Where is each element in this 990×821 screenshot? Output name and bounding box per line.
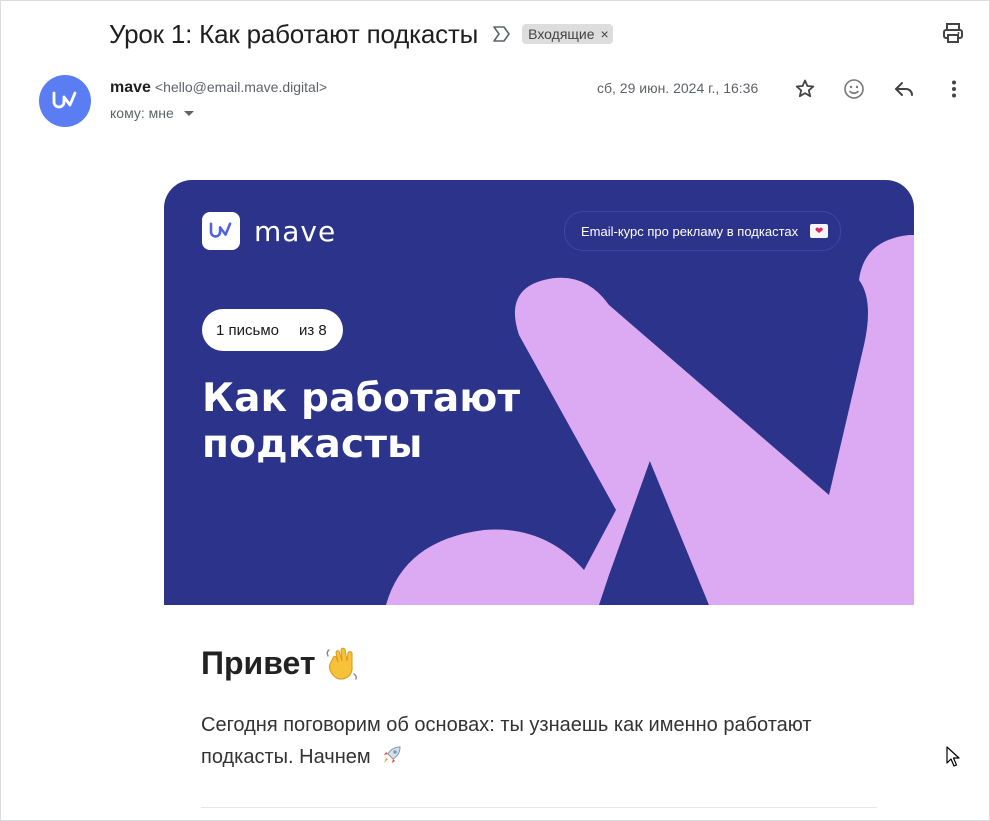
email-date: сб, 29 июн. 2024 г., 16:36 [597, 80, 759, 96]
heart-icon: ❤ [810, 224, 829, 238]
email-subject: Урок 1: Как работают подкасты [109, 18, 479, 49]
reply-icon[interactable] [892, 77, 916, 101]
recipient-text: кому: мне [110, 105, 174, 121]
chevron-down-icon[interactable] [183, 110, 194, 116]
intro-paragraph: Сегодня поговорим об основах: ты узнаешь… [201, 709, 881, 773]
label-chip-text: Входящие [528, 26, 595, 42]
course-badge: Email-курс про рекламу в подкастах ❤ [564, 211, 842, 251]
intro-text: Сегодня поговорим об основах: ты узнаешь… [201, 714, 812, 768]
importance-marker-icon[interactable] [492, 23, 514, 45]
star-icon[interactable] [793, 77, 817, 101]
sender-email: <hello@email.mave.digital> [154, 79, 328, 95]
sender-line: mave <hello@email.mave.digital> [110, 79, 327, 97]
subject-row: Урок 1: Как работают подкасты Входящие × [109, 15, 613, 53]
content-divider [201, 807, 877, 808]
avatar[interactable] [39, 75, 91, 127]
mave-logo-icon [52, 91, 77, 109]
banner-logo: mave [202, 212, 336, 250]
cursor-icon [946, 746, 962, 768]
email-view: Урок 1: Как работают подкасты Входящие ×… [0, 0, 990, 821]
label-remove-button[interactable]: × [601, 26, 609, 42]
banner-title: Как работают подкасты [202, 376, 521, 467]
recipient-line: кому: мне [110, 105, 194, 121]
greeting-heading: Привет [201, 645, 360, 682]
rocket-icon [384, 746, 401, 763]
letter-counter: 1 письмо из 8 [202, 309, 343, 351]
more-vertical-icon[interactable] [942, 77, 966, 101]
letter-total: из 8 [298, 321, 327, 339]
letter-number: 1 письмо [216, 321, 279, 339]
banner-logo-text: mave [254, 214, 337, 248]
sender-name[interactable]: mave [110, 79, 151, 97]
label-chip-inbox[interactable]: Входящие × [522, 24, 613, 44]
greeting-text: Привет [201, 645, 316, 681]
email-banner: mave Email-курс про рекламу в подкастах … [164, 180, 914, 605]
print-icon[interactable] [941, 21, 967, 47]
waving-hand-icon [326, 647, 357, 680]
mave-logo-icon [202, 212, 240, 250]
emoji-reaction-icon[interactable] [842, 77, 866, 101]
course-label: Email-курс про рекламу в подкастах [581, 223, 799, 239]
